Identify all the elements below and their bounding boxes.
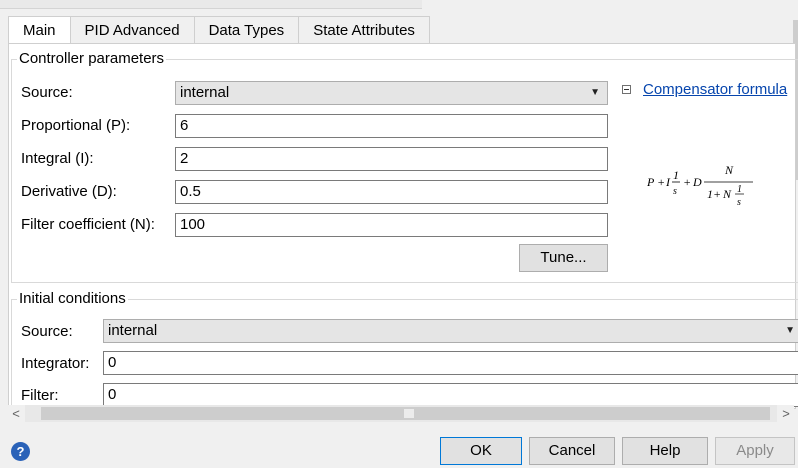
proportional-field[interactable]: 6: [175, 114, 608, 138]
svg-text:I: I: [665, 175, 671, 189]
chevron-down-icon: ▼: [590, 87, 600, 98]
source-select[interactable]: internal ▼: [175, 81, 608, 105]
svg-text:s: s: [673, 186, 677, 197]
title-strip: [0, 0, 422, 9]
svg-text:1: 1: [673, 168, 679, 182]
tab-panel-main: Controller parameters Source: internal ▼…: [8, 43, 798, 420]
tab-state-attributes[interactable]: State Attributes: [298, 16, 430, 44]
svg-text:1+: 1+: [707, 187, 721, 201]
initial-filter-field[interactable]: 0: [103, 383, 798, 407]
tune-button[interactable]: Tune...: [519, 244, 608, 272]
chevron-down-icon: ▼: [785, 325, 795, 336]
controller-parameters-title: Controller parameters: [17, 50, 167, 67]
tab-pid-advanced[interactable]: PID Advanced: [69, 16, 195, 44]
ok-button[interactable]: OK: [440, 437, 522, 465]
integrator-field[interactable]: 0: [103, 351, 798, 375]
svg-text:+: +: [657, 175, 665, 189]
initial-conditions-title: Initial conditions: [17, 290, 128, 307]
proportional-label: Proportional (P):: [21, 117, 131, 134]
filter-coefficient-field[interactable]: 100: [175, 213, 608, 237]
filter-coefficient-label: Filter coefficient (N):: [21, 216, 155, 233]
svg-text:1: 1: [737, 184, 742, 195]
source-select-value: internal: [180, 84, 230, 101]
compensator-formula-link[interactable]: Compensator formula: [643, 81, 787, 98]
svg-text:P: P: [646, 175, 655, 189]
svg-text:+: +: [683, 175, 691, 189]
scroll-thumb-grip: [404, 409, 414, 418]
tab-main[interactable]: Main: [8, 16, 71, 45]
integral-label: Integral (I):: [21, 150, 94, 167]
svg-text:s: s: [737, 197, 741, 208]
compensator-formula: P + I 1 s + D N 1+ N 1 s: [645, 158, 795, 213]
help-icon[interactable]: ?: [11, 442, 30, 461]
integral-field[interactable]: 2: [175, 147, 608, 171]
scroll-thumb[interactable]: [41, 407, 770, 420]
collapse-icon[interactable]: [622, 85, 631, 94]
integrator-label: Integrator:: [21, 355, 90, 372]
scroll-track[interactable]: [25, 405, 777, 422]
initial-source-value: internal: [108, 322, 158, 339]
horizontal-scrollbar[interactable]: < >: [8, 405, 794, 422]
tab-data-types[interactable]: Data Types: [193, 16, 300, 44]
apply-button[interactable]: Apply: [715, 437, 795, 465]
derivative-label: Derivative (D):: [21, 183, 117, 200]
svg-text:N: N: [722, 187, 732, 201]
cancel-button[interactable]: Cancel: [529, 437, 615, 465]
help-button[interactable]: Help: [622, 437, 708, 465]
scroll-left-icon[interactable]: <: [8, 405, 24, 422]
formula-graphic: P + I 1 s + D N 1+ N 1 s: [646, 163, 753, 208]
initial-source-select[interactable]: internal ▼: [103, 319, 798, 343]
source-label: Source:: [21, 84, 73, 101]
scroll-right-icon[interactable]: >: [778, 405, 794, 422]
tab-bar: Main PID Advanced Data Types State Attri…: [8, 16, 430, 45]
svg-text:N: N: [724, 163, 734, 177]
derivative-field[interactable]: 0.5: [175, 180, 608, 204]
svg-text:D: D: [692, 175, 702, 189]
initial-source-label: Source:: [21, 323, 73, 340]
initial-filter-label: Filter:: [21, 387, 59, 404]
